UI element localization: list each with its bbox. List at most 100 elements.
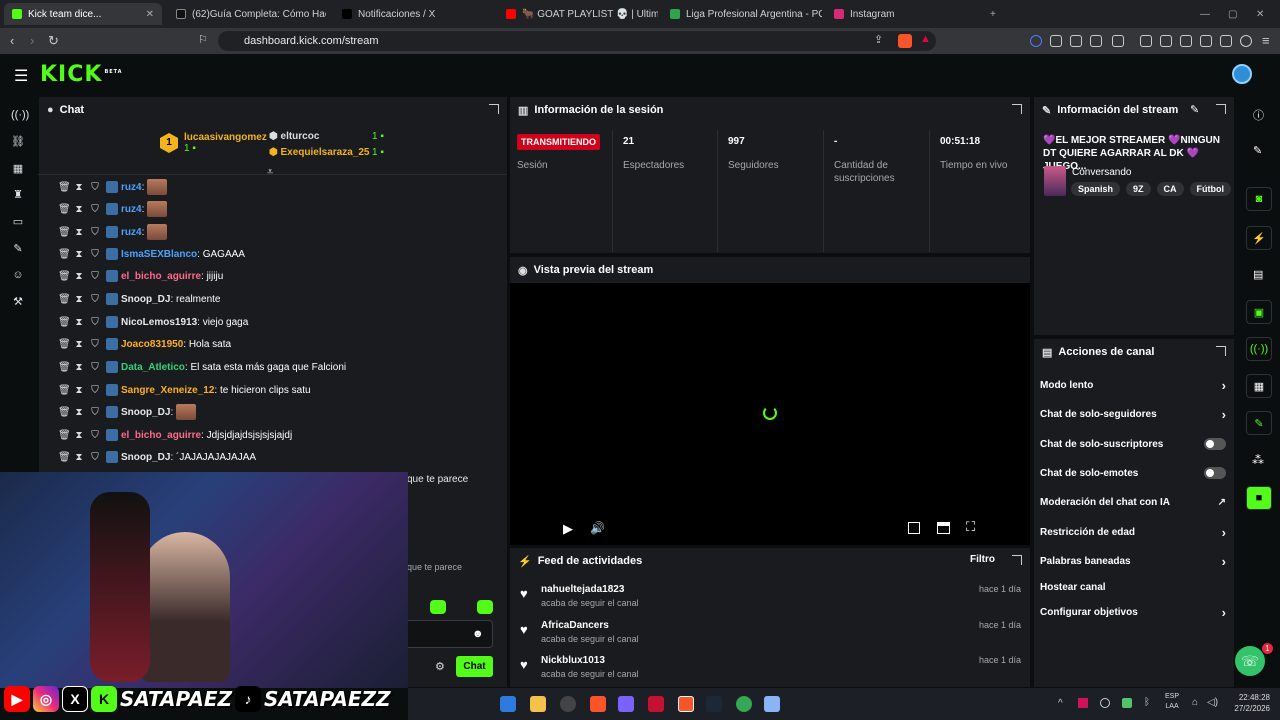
timeout-icon[interactable]: ⧗ (74, 227, 84, 238)
send-chat-button[interactable]: Chat (456, 656, 493, 677)
chat-username[interactable]: ruz4 (121, 227, 142, 238)
ban-shield-icon[interactable]: ⛉ (90, 407, 100, 418)
wrench-icon[interactable]: ✎ (11, 242, 25, 256)
volume-tray-icon[interactable]: ◁) (1207, 697, 1218, 708)
ban-shield-icon[interactable]: ⛉ (90, 362, 100, 373)
filter-button[interactable]: Filtro (970, 554, 995, 565)
chat-username[interactable]: NicoLemos1913 (121, 317, 197, 328)
top-user-name[interactable]: elturcoc (281, 131, 320, 142)
chrome-icon[interactable] (736, 696, 752, 712)
delete-message-icon[interactable]: 🗑 (58, 249, 71, 260)
chat-username[interactable]: IsmaSEXBlanco (121, 249, 197, 260)
timeout-icon[interactable]: ⧗ (74, 271, 84, 282)
chat-username[interactable]: ruz4 (121, 204, 142, 215)
delete-message-icon[interactable]: 🗑 (58, 407, 71, 418)
chat-username[interactable]: Sangre_Xeneize_12 (121, 385, 214, 396)
collapse-icon[interactable]: ⩡ (267, 166, 273, 179)
support-chat-button[interactable]: ☏ (1235, 646, 1265, 676)
tag[interactable]: Spanish (1071, 182, 1121, 196)
timeout-icon[interactable]: ⧗ (74, 204, 84, 215)
theater-mode-icon[interactable] (937, 522, 950, 534)
ban-shield-icon[interactable]: ⛉ (90, 430, 100, 441)
ban-shield-icon[interactable]: ⛉ (90, 204, 100, 215)
extension-icon[interactable] (1160, 35, 1172, 47)
fullscreen-icon[interactable]: ⛶ (966, 519, 975, 535)
delete-message-icon[interactable]: 🗑 (58, 271, 71, 282)
brave-shields-icon[interactable] (898, 34, 912, 48)
toggle-switch[interactable] (1204, 467, 1226, 479)
url-field[interactable]: dashboard.kick.com/stream (218, 31, 936, 51)
volume-icon[interactable]: 🔊 (590, 521, 605, 535)
app-icon[interactable] (560, 696, 576, 712)
play-icon[interactable]: ▶ (563, 521, 573, 537)
close-window-button[interactable]: ✕ (1256, 3, 1272, 25)
extension-icon[interactable] (1220, 35, 1232, 47)
tag[interactable]: 9Z (1126, 182, 1151, 196)
new-tab-button[interactable]: + (990, 3, 1006, 25)
extension-icon[interactable] (1050, 35, 1062, 47)
clock[interactable]: 22:48:28 27/2/2026 (1226, 692, 1270, 714)
tray-chevron-icon[interactable]: ^ (1058, 698, 1063, 709)
dots-icon[interactable]: ⁂ (1252, 453, 1264, 467)
emote-icon[interactable] (430, 600, 446, 614)
layout-button[interactable]: ▦ (1246, 374, 1272, 398)
ban-shield-icon[interactable]: ⛉ (90, 294, 100, 305)
delete-message-icon[interactable]: 🗑 (58, 227, 71, 238)
avatar[interactable] (1232, 64, 1252, 84)
app-icon[interactable] (648, 696, 664, 712)
app-icon[interactable] (764, 696, 780, 712)
delete-message-icon[interactable]: 🗑 (58, 430, 71, 441)
close-tab-icon[interactable]: ✕ (140, 9, 154, 20)
extension-icon[interactable] (1200, 35, 1212, 47)
delete-message-icon[interactable]: 🗑 (58, 294, 71, 305)
extension-icon[interactable] (1090, 35, 1102, 47)
chat-username[interactable]: Joaco831950 (121, 339, 183, 350)
channel-action-item[interactable]: Chat de solo-suscriptores (1040, 435, 1226, 453)
extension-icon[interactable] (1240, 35, 1252, 47)
minimize-window-button[interactable]: — (1200, 3, 1220, 25)
channel-action-item[interactable]: Hostear canal (1040, 578, 1226, 596)
extension-icon[interactable] (1112, 35, 1124, 47)
network-icon[interactable]: ⌂ (1192, 697, 1198, 708)
edit-icon[interactable]: ✎ (1190, 103, 1199, 116)
channel-action-item[interactable]: Modo lento › (1040, 376, 1226, 394)
timeout-icon[interactable]: ⧗ (74, 385, 84, 396)
browser-tab[interactable]: 🐂 GOAT PLAYLIST 💀 | Ultimate Pho (498, 3, 658, 25)
ban-shield-icon[interactable]: ⛉ (90, 385, 100, 396)
delete-message-icon[interactable]: 🗑 (58, 385, 71, 396)
lightning-button[interactable]: ⚡ (1246, 226, 1272, 250)
chat-username[interactable]: Data_Atletico (121, 362, 185, 373)
extension-icon[interactable] (1140, 35, 1152, 47)
popout-icon[interactable] (489, 104, 499, 114)
activity-user[interactable]: Nickblux1013 (541, 655, 605, 666)
popout-icon[interactable] (1012, 104, 1022, 114)
timeout-icon[interactable]: ⧗ (74, 317, 84, 328)
link-icon[interactable]: ⛓ (11, 135, 25, 149)
camera-toggle-button[interactable]: ◙ (1246, 187, 1272, 211)
popout-icon[interactable] (1216, 104, 1226, 114)
channel-action-item[interactable]: Configurar objetivos › (1040, 603, 1226, 621)
chat-username[interactable]: ruz4 (121, 182, 142, 193)
language-indicator[interactable]: ESP LAA (1165, 692, 1179, 712)
reload-icon[interactable]: ↻ (48, 33, 59, 49)
trophy-icon[interactable]: ♜ (11, 188, 25, 202)
browser-tab[interactable]: Liga Profesional Argentina - POSICIO (662, 3, 822, 25)
stream-toggle-button[interactable]: ((·)) (1246, 337, 1272, 361)
channel-action-item[interactable]: Palabras baneadas › (1040, 552, 1226, 570)
popout-icon[interactable] (1012, 555, 1022, 565)
wrench-button[interactable]: ✎ (1246, 411, 1272, 435)
toggle-switch[interactable] (1204, 438, 1226, 450)
tag[interactable]: Fútbol (1189, 182, 1232, 196)
category-name[interactable]: Conversando (1072, 167, 1131, 178)
user-settings-icon[interactable]: ☺ (11, 268, 25, 282)
share-icon[interactable]: ⇪ (874, 33, 883, 46)
ban-shield-icon[interactable]: ⛉ (90, 317, 100, 328)
app-icon[interactable] (618, 696, 634, 712)
top-user-name[interactable]: Exequielsaraza_25 (281, 147, 370, 158)
chat-username[interactable]: el_bicho_aguirre (121, 271, 201, 282)
steam-icon[interactable] (706, 696, 722, 712)
timeout-icon[interactable]: ⧗ (74, 362, 84, 373)
brave-icon[interactable] (590, 696, 606, 712)
info-icon[interactable]: ⓘ (1253, 107, 1264, 123)
analytics-icon[interactable]: ▦ (11, 162, 25, 176)
